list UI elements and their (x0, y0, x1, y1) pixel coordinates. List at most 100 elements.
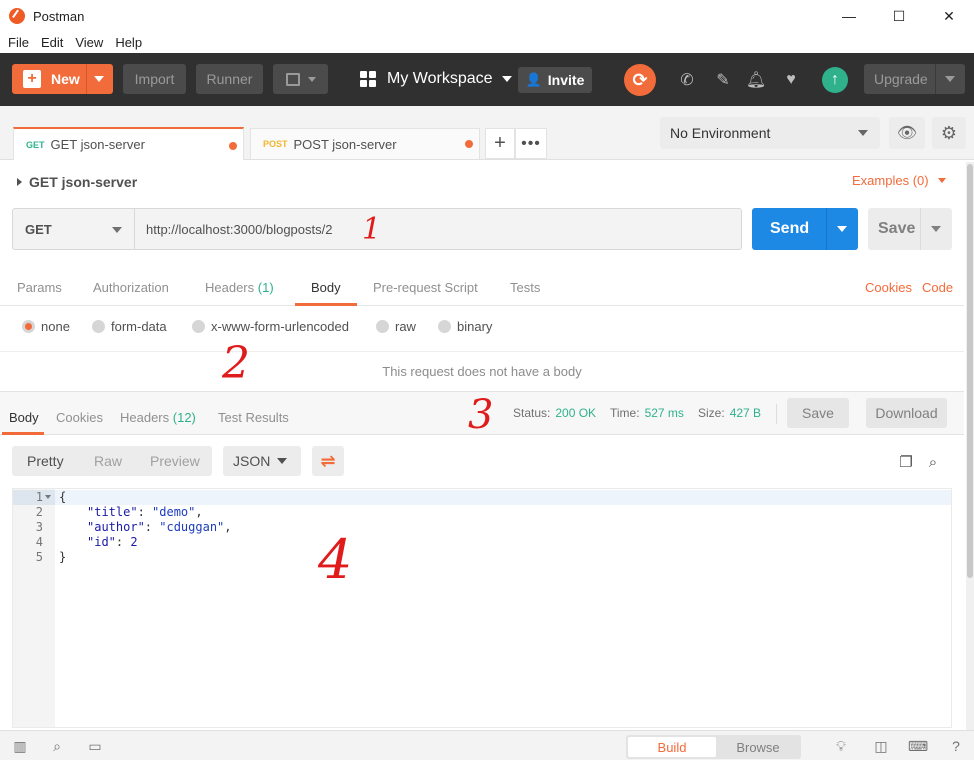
menu-help[interactable]: Help (109, 35, 148, 50)
wrap-lines-icon[interactable]: ⇌ (312, 446, 344, 476)
time-label: Time: (610, 406, 640, 420)
upgrade-button[interactable]: Upgrade (864, 64, 965, 94)
save-request-button[interactable]: Save (868, 208, 952, 250)
environment-select[interactable]: No Environment (660, 117, 880, 149)
help-icon[interactable]: ? (947, 738, 965, 754)
import-button[interactable]: Import (123, 64, 186, 94)
close-button[interactable]: ✕ (924, 0, 974, 32)
url-input[interactable]: http://localhost:3000/blogposts/2 (134, 208, 742, 250)
more-tabs-icon[interactable]: ••• (515, 128, 547, 159)
tab-prerequest-script[interactable]: Pre-request Script (373, 280, 478, 295)
format-label: JSON (233, 453, 271, 469)
send-dropdown-caret-icon[interactable] (837, 226, 847, 232)
eye-icon[interactable]: 👁︎ (889, 117, 925, 149)
menu-edit[interactable]: Edit (35, 35, 69, 50)
two-pane-icon[interactable]: ◫ (872, 738, 890, 754)
request-name[interactable]: GET json-server (17, 172, 137, 192)
response-tab-test-results[interactable]: Test Results (218, 410, 289, 425)
view-raw[interactable]: Raw (94, 453, 122, 469)
chevron-down-icon (112, 227, 122, 233)
response-headers-label: Headers (120, 410, 170, 425)
status-label: Status: (513, 406, 551, 420)
postman-logo-icon (9, 8, 25, 24)
json-trail: , (224, 520, 232, 534)
scrollbar[interactable] (966, 162, 974, 730)
response-body-editor[interactable]: 1 { 2 "title": "demo", 3 "author": "cdug… (12, 488, 952, 728)
radio-urlencoded[interactable]: x-www-form-urlencoded (192, 319, 349, 334)
view-preview[interactable]: Preview (150, 453, 200, 469)
new-dropdown-caret-icon[interactable] (94, 76, 104, 82)
tab-headers[interactable]: Headers (1) (205, 280, 274, 295)
response-tab-body[interactable]: Body (9, 410, 39, 425)
new-split-divider (86, 64, 87, 94)
json-value: "demo" (152, 505, 196, 519)
keyboard-icon[interactable]: ⌨ (908, 738, 928, 754)
tab-tests[interactable]: Tests (510, 280, 540, 295)
radio-circle-icon (192, 320, 205, 333)
response-tab-cookies[interactable]: Cookies (56, 410, 103, 425)
workspace-grid-icon (360, 71, 376, 87)
unsaved-dot-icon (229, 142, 237, 150)
save-split-divider (920, 208, 921, 250)
request-options-tabs: Params Authorization Headers (1) Body Pr… (0, 268, 964, 306)
menu-bar: File Edit View Help (0, 32, 974, 53)
search-icon[interactable]: ⌕ (924, 453, 942, 471)
tab-headers-count: (1) (257, 280, 274, 295)
new-window-button[interactable] (273, 64, 328, 94)
lightbulb-icon[interactable]: 💡︎ (832, 738, 850, 754)
menu-file[interactable]: File (2, 35, 35, 50)
gear-icon[interactable]: ⚙ (932, 117, 966, 149)
fold-toggle-icon[interactable] (45, 495, 51, 499)
cookies-link[interactable]: Cookies (865, 280, 912, 295)
download-button[interactable]: Download (866, 398, 947, 428)
code-link[interactable]: Code (922, 280, 953, 295)
line-number: 1 (35, 490, 43, 504)
scrollbar-thumb[interactable] (967, 164, 973, 578)
send-button[interactable]: Send (752, 208, 858, 250)
menu-view[interactable]: View (69, 35, 109, 50)
tab-authorization[interactable]: Authorization (93, 280, 169, 295)
heart-icon[interactable]: ♥ (780, 69, 802, 91)
radio-form-data[interactable]: form-data (92, 319, 167, 334)
build-button[interactable]: Build (628, 737, 716, 757)
maximize-button[interactable]: ☐ (874, 0, 924, 32)
radio-circle-icon (92, 320, 105, 333)
view-pretty[interactable]: Pretty (27, 453, 64, 469)
runner-button[interactable]: Runner (196, 64, 263, 94)
copy-icon[interactable]: ❐ (897, 453, 915, 471)
no-body-message: This request does not have a body (0, 351, 964, 391)
bell-icon[interactable]: 🔔︎ (745, 69, 767, 91)
examples-dropdown[interactable]: Examples (0) (852, 173, 946, 188)
save-dropdown-caret-icon[interactable] (931, 226, 941, 232)
add-tab-button[interactable]: + (485, 128, 515, 159)
time-value: 527 ms (644, 406, 684, 420)
tab-params[interactable]: Params (17, 280, 62, 295)
new-button[interactable]: + New (12, 64, 113, 94)
wrench-icon[interactable]: ✎ (712, 69, 734, 91)
format-select[interactable]: JSON (223, 446, 301, 476)
invite-button[interactable]: 👤 Invite (518, 67, 592, 93)
size-value: 427 B (729, 406, 762, 420)
response-tab-headers[interactable]: Headers (12) (120, 410, 196, 425)
chevron-down-icon[interactable] (945, 76, 955, 82)
method-select[interactable]: GET (12, 208, 135, 250)
json-value: "cduggan" (159, 520, 225, 534)
radio-none[interactable]: none (22, 319, 70, 334)
satellite-icon[interactable]: ✆ (676, 69, 698, 91)
tab-post-json-server[interactable]: POST POST json-server (250, 128, 480, 159)
minimize-button[interactable]: — (824, 0, 874, 32)
avatar[interactable]: ↑ (822, 67, 848, 93)
radio-binary[interactable]: binary (438, 319, 492, 334)
workspace-selector[interactable]: My Workspace (360, 64, 512, 94)
radio-raw[interactable]: raw (376, 319, 416, 334)
tab-body[interactable]: Body (311, 280, 341, 295)
sidebar-toggle-icon[interactable]: ▥ (11, 738, 29, 754)
tab-get-json-server[interactable]: GET GET json-server (13, 127, 244, 160)
browse-button[interactable]: Browse (718, 737, 798, 757)
console-icon[interactable]: ▭ (86, 738, 104, 754)
line-number: 3 (35, 520, 43, 534)
plus-icon: + (23, 70, 41, 88)
save-response-button[interactable]: Save (787, 398, 849, 428)
find-icon[interactable]: ⌕ (48, 738, 66, 754)
sync-icon[interactable]: ⟳ (624, 64, 656, 96)
